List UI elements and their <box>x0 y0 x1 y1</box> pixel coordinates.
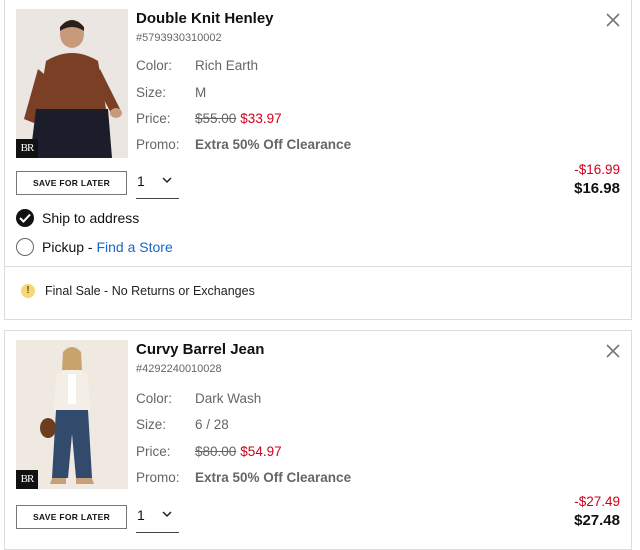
product-photo-jean <box>16 340 128 489</box>
chevron-down-icon <box>162 511 172 518</box>
item-total: $27.48 <box>574 512 620 529</box>
product-title[interactable]: Curvy Barrel Jean <box>136 341 264 358</box>
product-image[interactable]: BR <box>16 340 128 489</box>
color-value: Rich Earth <box>195 58 259 73</box>
quantity-value: 1 <box>137 507 145 523</box>
color-label: Color: <box>136 391 173 406</box>
brand-logo: BR <box>16 139 38 158</box>
quantity-select[interactable]: 1 <box>136 504 179 533</box>
promo-value: Extra 50% Off Clearance <box>195 470 352 485</box>
close-icon <box>606 344 620 358</box>
size-row: Size: M <box>136 85 206 100</box>
color-value: Dark Wash <box>195 391 262 406</box>
color-label: Color: <box>136 58 173 73</box>
original-price: $55.00 <box>195 111 237 126</box>
warning-icon: ! <box>21 284 35 298</box>
save-for-later-button[interactable]: SAVE FOR LATER <box>16 505 127 529</box>
product-sku: #4292240010028 <box>136 363 222 375</box>
find-a-store-link[interactable]: Find a Store <box>96 239 172 255</box>
promo-row: Promo: Extra 50% Off Clearance <box>136 137 351 152</box>
item-discount: -$16.99 <box>574 162 620 177</box>
check-icon <box>16 209 34 227</box>
final-sale-text: Final Sale - No Returns or Exchanges <box>45 284 255 298</box>
size-label: Size: <box>136 85 167 100</box>
size-label: Size: <box>136 417 167 432</box>
ship-to-address-option[interactable]: Ship to address <box>16 209 139 227</box>
color-row: Color: Dark Wash <box>136 391 261 406</box>
price-label: Price: <box>136 444 171 459</box>
close-icon <box>606 13 620 27</box>
brand-logo: BR <box>16 470 38 489</box>
color-row: Color: Rich Earth <box>136 58 258 73</box>
promo-row: Promo: Extra 50% Off Clearance <box>136 470 351 485</box>
item-total: $16.98 <box>574 180 620 197</box>
pickup-label: Pickup - <box>42 239 97 255</box>
size-row: Size: 6 / 28 <box>136 417 229 432</box>
divider <box>5 266 631 267</box>
cart-item-card: BR Double Knit Henley #5793930310002 Col… <box>4 0 632 320</box>
promo-label: Promo: <box>136 137 180 152</box>
sale-price: $54.97 <box>240 444 282 459</box>
remove-item-button[interactable] <box>605 343 621 359</box>
chevron-down-icon <box>162 177 172 184</box>
radio-unselected-icon <box>16 238 34 256</box>
original-price: $80.00 <box>195 444 237 459</box>
price-row: Price: $55.00 $33.97 <box>136 111 282 126</box>
quantity-value: 1 <box>137 173 145 189</box>
pickup-option[interactable]: Pickup - Find a Store <box>16 238 173 256</box>
sale-price: $33.97 <box>240 111 282 126</box>
remove-item-button[interactable] <box>605 12 621 28</box>
final-sale-notice: ! Final Sale - No Returns or Exchanges <box>21 284 255 298</box>
product-image[interactable]: BR <box>16 9 128 158</box>
quantity-select[interactable]: 1 <box>136 170 179 199</box>
product-title[interactable]: Double Knit Henley <box>136 10 274 27</box>
save-for-later-button[interactable]: SAVE FOR LATER <box>16 171 127 195</box>
size-value: 6 / 28 <box>195 417 229 432</box>
item-discount: -$27.49 <box>574 494 620 509</box>
price-row: Price: $80.00 $54.97 <box>136 444 282 459</box>
product-photo-henley <box>16 9 128 158</box>
promo-value: Extra 50% Off Clearance <box>195 137 352 152</box>
promo-label: Promo: <box>136 470 180 485</box>
ship-to-address-label: Ship to address <box>42 210 140 226</box>
cart-item-card: BR Curvy Barrel Jean #4292240010028 Colo… <box>4 330 632 550</box>
size-value: M <box>195 85 207 100</box>
product-sku: #5793930310002 <box>136 32 222 44</box>
price-label: Price: <box>136 111 171 126</box>
